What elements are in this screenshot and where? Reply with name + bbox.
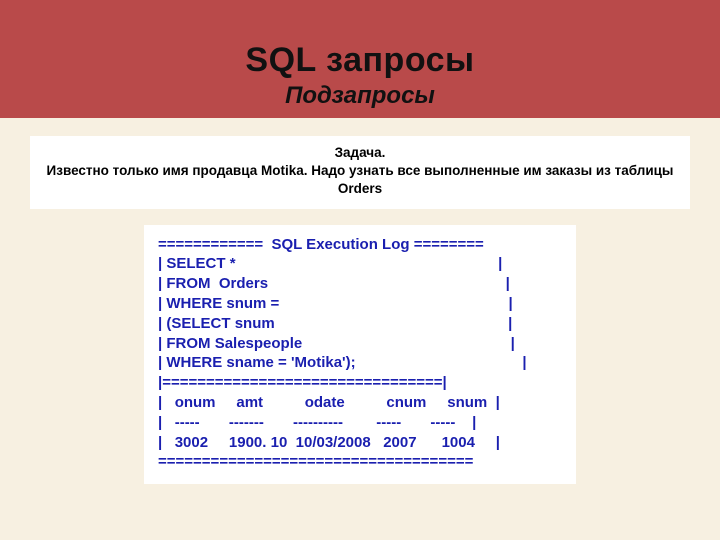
code-line: | FROM Salespeople |	[158, 335, 515, 352]
code-line: | FROM Orders |	[158, 275, 510, 292]
code-line: | onum amt odate cnum snum |	[158, 394, 500, 411]
slide-title: SQL запросы	[245, 41, 474, 80]
header-band: SQL запросы Подзапросы	[0, 0, 720, 118]
code-line: | 3002 1900. 10 10/03/2008 2007 1004 |	[158, 434, 500, 451]
code-line: | (SELECT snum |	[158, 315, 512, 332]
slide-subtitle: Подзапросы	[245, 82, 474, 110]
title-box: SQL запросы Подзапросы	[245, 41, 474, 110]
task-description: Задача. Известно только имя продавца Mot…	[30, 136, 690, 209]
code-line: | SELECT * |	[158, 255, 502, 272]
code-line: |================================|	[158, 374, 447, 391]
code-line: ====================================	[158, 453, 473, 470]
code-line: | ----- ------- ---------- ----- ----- |	[158, 414, 476, 431]
code-line: | WHERE snum = |	[158, 295, 513, 312]
code-line: | WHERE sname = 'Motika'); |	[158, 354, 527, 371]
task-label: Задача.	[44, 144, 676, 162]
task-text: Известно только имя продавца Motika. Над…	[44, 162, 676, 198]
sql-execution-log: ============ SQL Execution Log ======== …	[144, 225, 576, 485]
code-line: ============ SQL Execution Log ========	[158, 236, 484, 253]
